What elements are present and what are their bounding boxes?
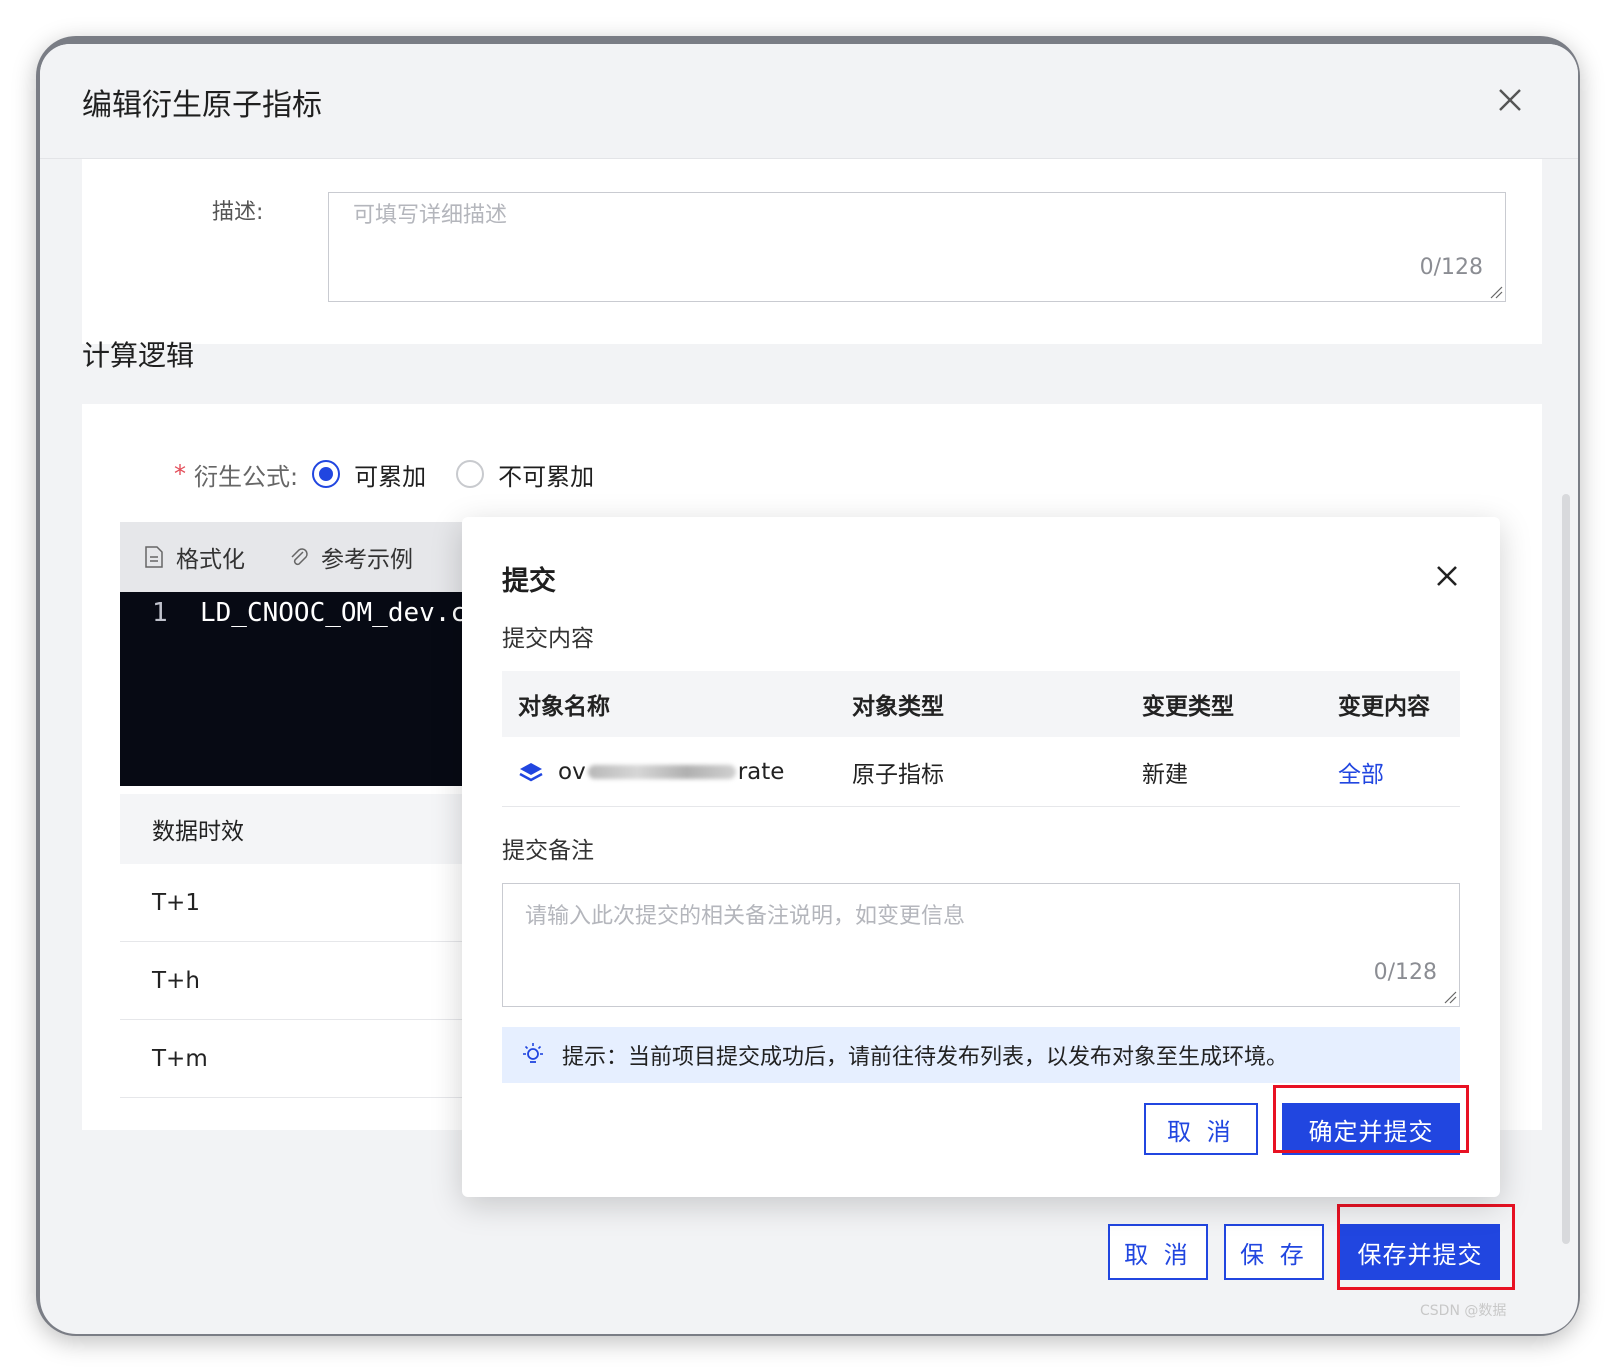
object-name: ov rate	[558, 759, 784, 785]
close-icon[interactable]	[1490, 80, 1530, 120]
formula-row: * 衍生公式: 可累加 不可累加	[174, 454, 624, 494]
table-row[interactable]: T+m	[120, 1020, 500, 1098]
radio-non-additive[interactable]: 不可累加	[456, 457, 594, 492]
table-row[interactable]: T+h	[120, 942, 500, 1020]
document-icon	[145, 546, 163, 568]
timeliness-table: 数据时效 T+1 T+h T+m	[120, 794, 500, 1098]
formula-label: 衍生公式:	[194, 462, 299, 491]
close-icon[interactable]	[1434, 563, 1460, 589]
radio-unchecked-icon	[456, 460, 485, 488]
object-name-cell: ov rate	[502, 759, 852, 785]
submit-dialog: 提交 提交内容 对象名称 对象类型 变更类型 变更内容 ov rate 原子指标…	[462, 517, 1500, 1197]
resize-handle-icon[interactable]	[1489, 285, 1503, 299]
change-type: 新建	[1142, 761, 1188, 788]
reference-example-button[interactable]: 参考示例	[289, 540, 413, 574]
description-placeholder: 可填写详细描述	[353, 203, 508, 228]
dialog-footer: 取 消 确定并提交	[1144, 1103, 1460, 1155]
radio-additive[interactable]: 可累加	[312, 457, 426, 492]
format-button[interactable]: 格式化	[144, 540, 245, 574]
radio-additive-label: 可累加	[354, 462, 427, 491]
watermark: CSDN @数据	[1420, 1303, 1507, 1319]
description-char-count: 0/128	[1419, 255, 1483, 280]
note-placeholder: 请输入此次提交的相关备注说明，如变更信息	[525, 904, 966, 929]
submit-content-table: 对象名称 对象类型 变更类型 变更内容 ov rate 原子指标 新建 全部	[502, 671, 1460, 807]
cancel-button[interactable]: 取 消	[1108, 1224, 1208, 1280]
save-button[interactable]: 保 存	[1224, 1224, 1324, 1280]
line-number: 1	[152, 598, 168, 628]
column-header: 变更内容	[1338, 694, 1430, 720]
object-name-prefix: ov	[558, 758, 586, 785]
redacted-text	[587, 764, 736, 779]
dialog-cancel-button[interactable]: 取 消	[1144, 1103, 1258, 1155]
table-row: ov rate 原子指标 新建 全部	[502, 737, 1460, 807]
table-row[interactable]: T+1	[120, 864, 500, 942]
drawer-title: 编辑衍生原子指标	[82, 88, 322, 123]
note-char-count: 0/128	[1373, 960, 1437, 985]
description-card: 描述: 可填写详细描述 0/128	[82, 144, 1542, 344]
resize-handle-icon[interactable]	[1443, 990, 1457, 1004]
reference-example-label: 参考示例	[321, 547, 413, 573]
submit-content-label: 提交内容	[502, 626, 594, 652]
drawer-footer: 取 消 保 存 保存并提交	[1108, 1224, 1500, 1280]
code-line: LD_CNOOC_OM_dev.c	[200, 598, 467, 628]
confirm-and-submit-button[interactable]: 确定并提交	[1282, 1103, 1460, 1155]
format-label: 格式化	[176, 547, 245, 573]
calculation-logic-title: 计算逻辑	[82, 339, 195, 372]
object-name-suffix: rate	[737, 758, 785, 785]
scrollbar[interactable]	[1562, 494, 1570, 1244]
save-and-submit-button[interactable]: 保存并提交	[1340, 1224, 1500, 1280]
object-type: 原子指标	[852, 761, 944, 788]
lightbulb-icon	[523, 1043, 543, 1063]
required-mark: *	[174, 460, 186, 488]
description-textarea[interactable]: 可填写详细描述 0/128	[328, 192, 1506, 302]
column-header: 对象名称	[518, 694, 610, 720]
table-header: 对象名称 对象类型 变更类型 变更内容	[502, 671, 1460, 737]
layers-icon	[519, 762, 543, 781]
radio-non-additive-label: 不可累加	[498, 462, 595, 491]
tip-banner: 提示：当前项目提交成功后，请前往待发布列表，以发布对象至生成环境。	[502, 1027, 1460, 1083]
code-editor[interactable]: 1 LD_CNOOC_OM_dev.c	[120, 592, 520, 786]
submit-note-label: 提交备注	[502, 838, 594, 864]
change-content-link[interactable]: 全部	[1338, 755, 1460, 789]
column-header: 对象类型	[852, 694, 944, 720]
editor-toolbar: 格式化 参考示例	[120, 522, 520, 592]
column-header: 变更类型	[1142, 694, 1234, 720]
drawer-header: 编辑衍生原子指标	[40, 44, 1578, 159]
submit-note-textarea[interactable]: 请输入此次提交的相关备注说明，如变更信息 0/128	[502, 883, 1460, 1007]
dialog-title: 提交	[502, 566, 556, 597]
description-label: 描述:	[212, 200, 264, 225]
tip-text: 提示：当前项目提交成功后，请前往待发布列表，以发布对象至生成环境。	[562, 1045, 1289, 1070]
radio-checked-icon	[312, 460, 341, 488]
paperclip-icon	[291, 548, 308, 566]
timeliness-header: 数据时效	[120, 794, 500, 864]
